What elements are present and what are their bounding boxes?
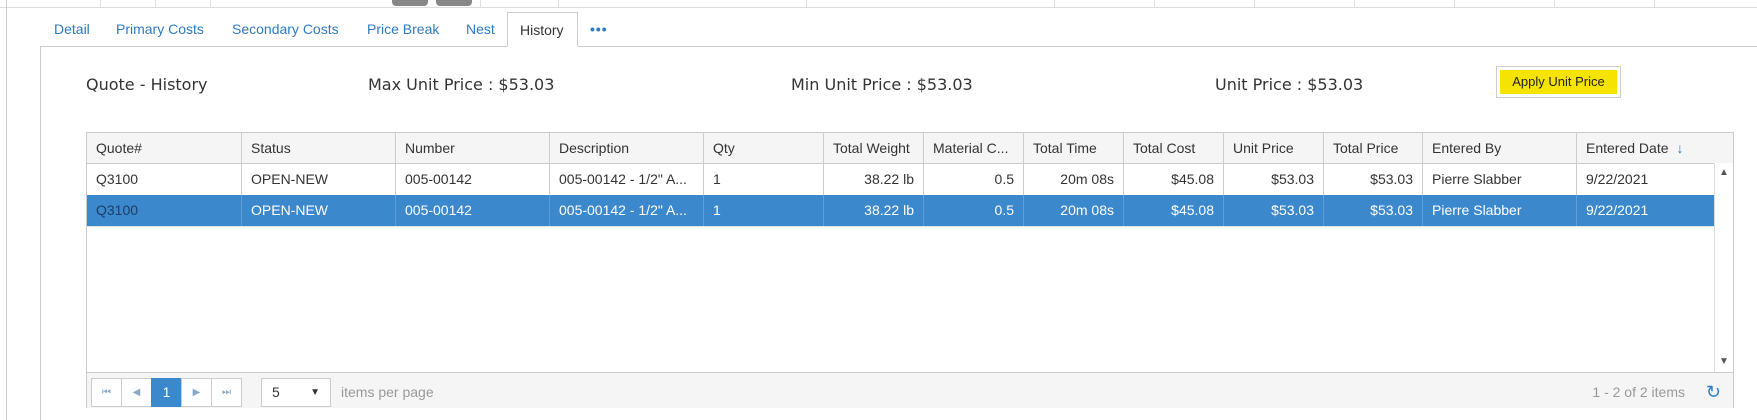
cell-total-weight: 38.22 lb [823,195,923,226]
cell-entered-date: 9/22/2021 [1576,195,1715,226]
history-grid: Quote# Status Number Description Qty Tot… [86,132,1734,408]
tab-history[interactable]: History [507,12,578,47]
cell-unit-price: $53.03 [1223,164,1323,195]
column-header-description[interactable]: Description [549,133,703,163]
cell-total-price: $53.03 [1323,195,1422,226]
cell-quote: Q3100 [96,202,139,218]
tab-primary-costs[interactable]: Primary Costs [116,12,204,46]
apply-unit-price-button[interactable]: Apply Unit Price [1496,66,1621,98]
toolbar-divider [480,0,481,7]
items-per-page-label: items per page [341,384,434,400]
scroll-down-icon[interactable]: ▼ [1715,354,1733,370]
vertical-scrollbar[interactable]: ▲ ▼ [1714,163,1733,372]
cell-unit-price: $53.03 [1223,195,1323,226]
cell-total-cost: $45.08 [1123,195,1223,226]
toolbar-divider [210,0,211,7]
cell-material-cost: 0.5 [923,195,1023,226]
cell-status: OPEN-NEW [241,164,395,195]
page-size-select[interactable]: 5 ▼ [261,378,331,407]
first-page-icon[interactable]: ⏮ [91,378,122,407]
cell-total-weight: 38.22 lb [823,164,923,195]
toolbar-divider [1054,0,1055,7]
pager-info: 1 - 2 of 2 items [1592,384,1685,400]
column-header-total-price[interactable]: Total Price [1323,133,1422,163]
cell-total-cost: $45.08 [1123,164,1223,195]
column-header-total-time[interactable]: Total Time [1023,133,1123,163]
toolbar-divider [558,0,559,7]
cell-number: 005-00142 [395,164,549,195]
column-header-entered-by[interactable]: Entered By [1422,133,1576,163]
table-row[interactable]: Q3100 OPEN-NEW 005-00142 005-00142 - 1/2… [87,164,1715,196]
cell-entered-date: 9/22/2021 [1576,164,1715,195]
toolbar-divider [1354,0,1355,7]
toolbar-divider [1154,0,1155,7]
refresh-icon[interactable]: ↻ [1706,378,1721,407]
cell-number: 005-00142 [395,195,549,226]
max-unit-price: Max Unit Price : $53.03 [368,75,555,94]
toolbar-divider [1454,0,1455,7]
column-header-number[interactable]: Number [395,133,549,163]
toolbar-button[interactable] [436,0,472,6]
page-size-value: 5 [272,384,280,400]
toolbar-divider [155,0,156,7]
column-header-total-cost[interactable]: Total Cost [1123,133,1223,163]
grid-pager: ⏮ ◀ 1 ▶ ⏭ 5 ▼ items per page 1 - 2 of 2 i… [87,372,1733,408]
apply-unit-price-label: Apply Unit Price [1500,70,1617,94]
more-tabs-icon[interactable]: ••• [590,12,608,46]
cell-material-cost: 0.5 [923,164,1023,195]
grid-header: Quote# Status Number Description Qty Tot… [87,133,1733,164]
cell-entered-by: Pierre Slabber [1422,195,1576,226]
cell-description: 005-00142 - 1/2" A... [549,195,703,226]
page-title: Quote - History [86,75,208,94]
tab-strip: Detail Primary Costs Secondary Costs Pri… [40,12,1757,47]
left-border [6,0,7,420]
column-header-quote[interactable]: Quote# [87,133,241,163]
cell-entered-by: Pierre Slabber [1422,164,1576,195]
column-header-status[interactable]: Status [241,133,395,163]
column-header-unit-price[interactable]: Unit Price [1223,133,1323,163]
column-header-entered-date-label: Entered Date [1586,140,1669,156]
min-unit-price: Min Unit Price : $53.03 [791,75,973,94]
tab-nest[interactable]: Nest [466,12,495,46]
cell-status: OPEN-NEW [241,195,395,226]
cell-total-price: $53.03 [1323,164,1422,195]
unit-price: Unit Price : $53.03 [1215,75,1364,94]
tab-secondary-costs[interactable]: Secondary Costs [232,12,339,46]
toolbar-divider [1554,0,1555,7]
toolbar-divider [1254,0,1255,7]
tab-price-break[interactable]: Price Break [367,12,439,46]
arrow-down-icon: ↓ [1676,140,1684,156]
column-header-qty[interactable]: Qty [703,133,823,163]
prev-page-icon[interactable]: ◀ [121,378,152,407]
toolbar-divider [1654,0,1655,7]
toolbar-divider [100,0,101,7]
column-header-total-weight[interactable]: Total Weight [823,133,923,163]
cell-qty: 1 [703,195,823,226]
toolbar-divider [806,0,807,7]
column-header-material-cost[interactable]: Material C... [923,133,1023,163]
column-header-entered-date[interactable]: Entered Date ↓ [1576,133,1733,163]
cell-total-time: 20m 08s [1023,195,1123,226]
cell-quote: Q3100 [96,171,139,187]
chevron-down-icon: ▼ [310,387,320,398]
cell-total-time: 20m 08s [1023,164,1123,195]
next-page-icon[interactable]: ▶ [181,378,212,407]
cell-qty: 1 [703,164,823,195]
toolbar-button[interactable] [392,0,428,6]
scroll-up-icon[interactable]: ▲ [1715,165,1733,181]
tab-detail[interactable]: Detail [54,12,90,46]
last-page-icon[interactable]: ⏭ [211,378,242,407]
top-toolbar-strip [0,0,1757,8]
table-row-selected[interactable]: Q3100 OPEN-NEW 005-00142 005-00142 - 1/2… [87,195,1715,227]
current-page-button[interactable]: 1 [151,378,182,407]
cell-description: 005-00142 - 1/2" A... [549,164,703,195]
